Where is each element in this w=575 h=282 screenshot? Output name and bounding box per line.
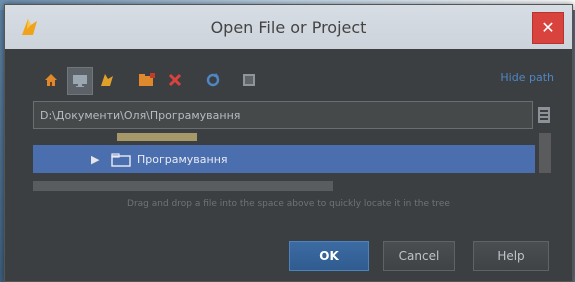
tree-item-label: Програмування bbox=[137, 152, 228, 166]
project-icon bbox=[101, 74, 113, 86]
help-button[interactable]: Help bbox=[473, 241, 549, 271]
path-history-icon[interactable] bbox=[537, 105, 551, 125]
tree-row-selected[interactable]: ▶ Програмування bbox=[33, 145, 535, 173]
cancel-button[interactable]: Cancel bbox=[383, 241, 455, 271]
show-hidden-button[interactable] bbox=[237, 67, 261, 93]
ok-button[interactable]: OK bbox=[289, 241, 369, 271]
hide-path-link[interactable]: Hide path bbox=[500, 71, 554, 84]
dialog-title: Open File or Project bbox=[210, 18, 367, 37]
home-icon bbox=[45, 74, 57, 86]
desktop-button[interactable] bbox=[67, 67, 93, 95]
project-button[interactable] bbox=[95, 67, 119, 93]
refresh-icon bbox=[206, 73, 220, 87]
path-input[interactable]: D:\Документи\Оля\Програмування bbox=[33, 101, 533, 129]
drag-drop-hint: Drag and drop a file into the space abov… bbox=[127, 199, 450, 209]
delete-icon bbox=[168, 73, 182, 87]
new-folder-icon bbox=[139, 73, 155, 86]
home-button[interactable] bbox=[39, 67, 63, 93]
delete-button[interactable] bbox=[163, 67, 187, 93]
close-button[interactable]: ✕ bbox=[532, 12, 564, 44]
expand-arrow-icon[interactable]: ▶ bbox=[91, 153, 103, 166]
show-hidden-icon bbox=[243, 74, 255, 86]
folder-partial-icon bbox=[117, 133, 197, 141]
open-file-dialog: Open File or Project ✕ Hide path D:\Доку… bbox=[4, 4, 573, 282]
vertical-scrollbar[interactable] bbox=[539, 133, 551, 173]
new-folder-button[interactable] bbox=[135, 67, 159, 93]
file-tree[interactable]: ▶ Програмування bbox=[33, 133, 551, 195]
horizontal-scrollbar[interactable] bbox=[33, 181, 333, 191]
refresh-button[interactable] bbox=[201, 67, 225, 93]
title-bar[interactable]: Open File or Project ✕ bbox=[5, 5, 572, 49]
folder-icon bbox=[111, 152, 131, 167]
desktop-icon bbox=[73, 75, 87, 87]
